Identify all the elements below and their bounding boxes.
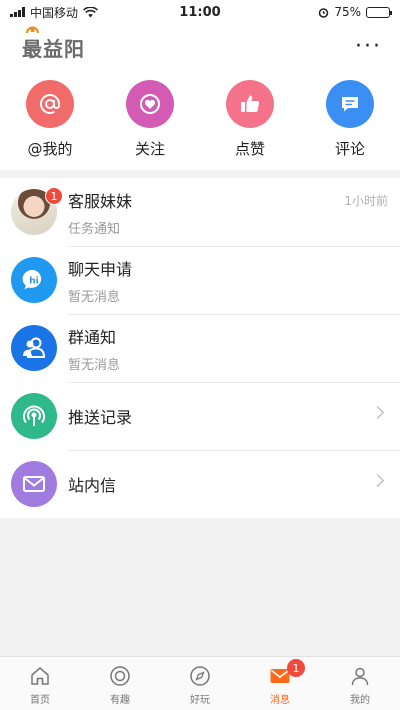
thumbs-up-icon [226,80,274,128]
row-body: 站内信 [68,472,400,496]
message-row-group-notice[interactable]: 群通知 暂无消息 [0,314,400,382]
tab-me[interactable]: 我的 [325,657,395,710]
carrier-label: 中国移动 [30,5,79,20]
broadcast-icon [11,393,57,439]
status-right: 75% [318,5,392,19]
at-icon [26,80,74,128]
row-title: 站内信 [68,476,117,495]
status-bar: 中国移动 11:00 75% [0,0,400,24]
logo-text: 最益阳 [22,36,85,61]
message-row-inbox[interactable]: 站内信 [0,450,400,518]
more-icon[interactable]: ··· [355,36,382,58]
battery-icon [366,6,392,18]
row-body: 聊天申请 暂无消息 [68,256,400,305]
row-title: 推送记录 [68,408,133,427]
app-header: 最益阳 ··· [0,24,400,70]
app-logo: 最益阳 [22,26,85,62]
profile-icon [351,667,369,686]
heart-icon [126,80,174,128]
home-icon [31,667,49,685]
comment-icon [326,80,374,128]
group-icon [11,325,57,371]
message-row-push-records[interactable]: 推送记录 [0,382,400,450]
tab-label: 首页 [30,695,50,706]
row-body: 推送记录 [68,404,400,428]
logo-sun-icon [26,26,39,33]
unread-badge: 1 [45,187,63,205]
tab-badge: 1 [287,659,305,677]
quick-action-comment[interactable]: 评论 [305,70,395,170]
quick-action-like[interactable]: 点赞 [205,70,295,170]
alarm-icon [319,7,329,18]
wifi-icon [83,6,98,17]
quick-action-label: 评论 [334,140,365,158]
tab-label: 我的 [350,695,370,706]
tab-label: 好玩 [190,695,210,706]
row-subtitle: 暂无消息 [68,289,121,305]
quick-action-label: 关注 [134,140,165,158]
message-row-chat-request[interactable]: hi 聊天申请 暂无消息 [0,246,400,314]
tab-messages[interactable]: 1 消息 [245,657,315,710]
row-title: 群通知 [68,327,117,347]
row-title: 聊天申请 [68,259,133,279]
quick-action-follow[interactable]: 关注 [105,70,195,170]
circle-icon [110,666,130,686]
row-subtitle: 任务通知 [68,221,121,237]
quick-actions: @我的 关注 点赞 评论 [0,70,400,170]
quick-action-label: 点赞 [234,140,265,158]
quick-action-label: @我的 [27,140,73,158]
tab-interesting[interactable]: 有趣 [85,657,155,710]
tab-fun[interactable]: 好玩 [165,657,235,710]
row-subtitle: 暂无消息 [68,357,121,373]
tab-label: 消息 [270,695,290,706]
avatar: 1 [11,187,63,235]
quick-action-at-me[interactable]: @我的 [5,70,95,170]
row-time: 1小时前 [344,194,388,208]
status-left: 中国移动 [10,4,98,21]
svg-text:hi: hi [29,277,39,287]
tab-label: 有趣 [110,695,130,706]
message-list: 1 客服妹妹 任务通知 1小时前 hi 聊天申请 暂无消息 群通知 暂无消息 推… [0,178,400,518]
signal-icon [10,7,25,17]
battery-percent: 75% [334,5,361,19]
bottom-tab-bar: 首页 有趣 好玩 1 消息 我的 [0,656,400,710]
tab-home[interactable]: 首页 [5,657,75,710]
mail-icon [11,461,57,507]
hi-chat-icon: hi [11,257,57,303]
compass-icon [190,666,210,686]
message-row-customer-service[interactable]: 1 客服妹妹 任务通知 1小时前 [0,178,400,246]
row-body: 群通知 暂无消息 [68,324,400,373]
